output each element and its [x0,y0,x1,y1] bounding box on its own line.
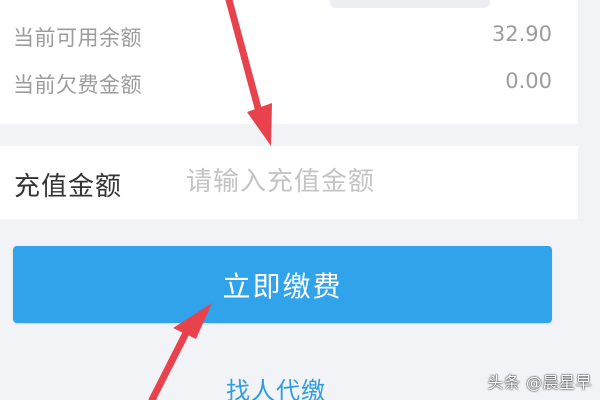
arrears-label: 当前欠费金额 [13,73,142,97]
watermark: 头条 @晨星早 [487,373,592,392]
recharge-amount-input[interactable] [180,160,566,204]
available-balance-label: 当前可用余额 [13,26,142,50]
available-balance-value: 32.90 [491,22,552,46]
pay-now-button[interactable]: 立即缴费 [13,246,552,323]
payment-screen: 当前可用余额 32.90 当前欠费金额 0.00 充值金额 立即缴费 找人代缴 … [0,0,600,400]
arrears-row: 当前欠费金额 0.00 [0,66,578,97]
arrears-value: 0.00 [505,69,552,93]
balance-card: 当前可用余额 32.90 当前欠费金额 0.00 [0,0,578,124]
recharge-amount-label: 充值金额 [14,172,123,202]
recharge-amount-row: 充值金额 [0,146,578,219]
header-remnant [330,0,490,8]
find-proxy-payer-link[interactable]: 找人代缴 [226,371,326,400]
available-balance-row: 当前可用余额 32.90 [0,19,578,50]
